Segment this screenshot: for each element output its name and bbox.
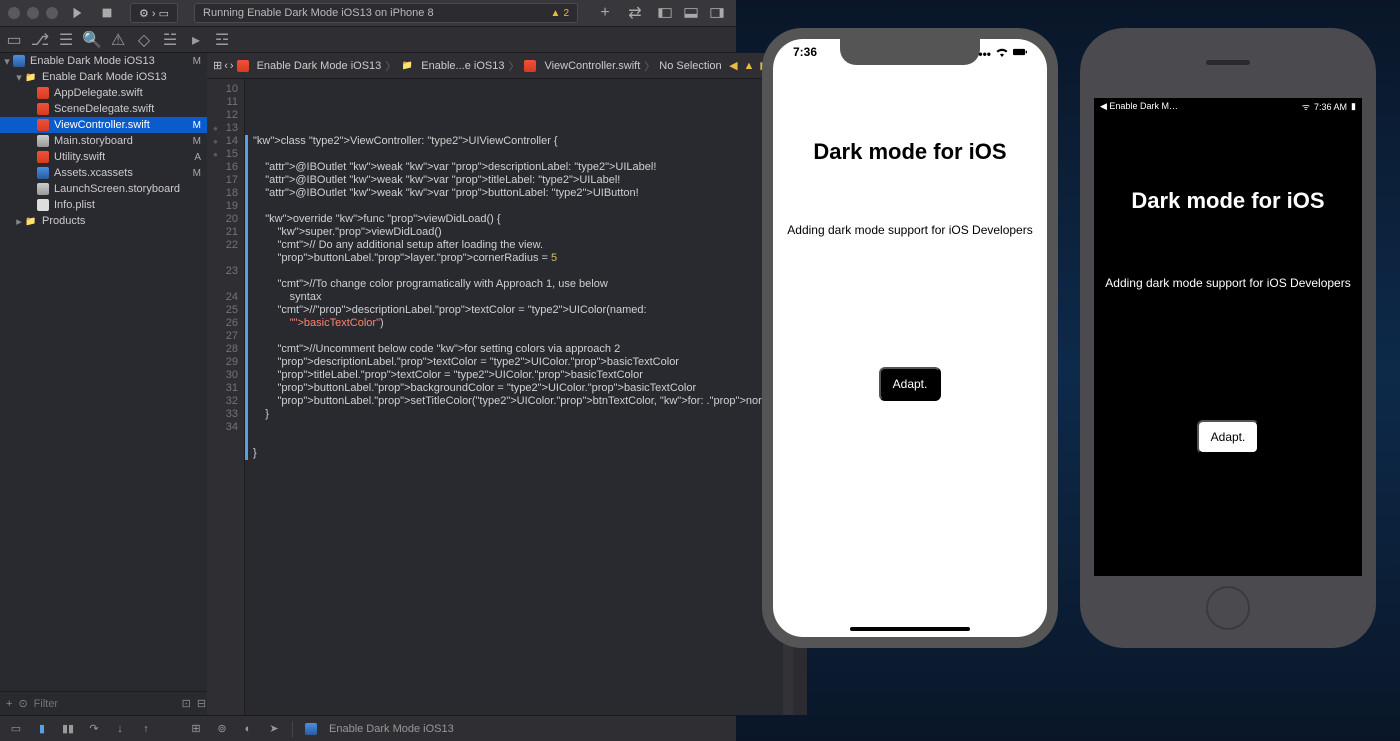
find-navigator-icon[interactable]: 🔍 [84, 32, 100, 48]
wifi-icon [995, 45, 1009, 62]
recent-filter-icon[interactable]: ⊡ [182, 697, 191, 710]
battery-icon [1013, 45, 1027, 62]
signal-icon: ••• [978, 47, 991, 61]
status-time: 7:36 [793, 45, 817, 62]
project-root[interactable]: ▾ Enable Dark Mode iOS13 M [0, 53, 207, 69]
add-tab-button[interactable]: + [594, 4, 616, 22]
code-content[interactable]: "kw">class "type2">ViewController: "type… [245, 79, 783, 715]
location-icon[interactable]: ➤ [266, 721, 282, 737]
scm-filter-icon[interactable]: ⊟ [197, 697, 206, 710]
file-ViewController-swift[interactable]: ViewController.swiftM [0, 117, 207, 133]
run-button[interactable] [66, 4, 88, 22]
speaker [1206, 60, 1250, 65]
back-to-app[interactable]: ◀︎ Enable Dark M… [1100, 101, 1178, 112]
simulator-dark: ◀︎ Enable Dark M… ᯤ 7:36 AM ▮ Dark mode … [1080, 28, 1376, 648]
app-title: Dark mode for iOS [1094, 188, 1362, 214]
symbol-navigator-icon[interactable]: ☰ [58, 32, 74, 48]
debug-view-icon[interactable]: ⊞ [188, 721, 204, 737]
project-navigator-icon[interactable]: ▭ [6, 32, 22, 48]
file-SceneDelegate-swift[interactable]: SceneDelegate.swift [0, 101, 207, 117]
file-Utility-swift[interactable]: Utility.swiftA [0, 149, 207, 165]
file-Info-plist[interactable]: Info.plist [0, 197, 207, 213]
battery-icon: ▮ [1351, 101, 1356, 112]
source-control-navigator-icon[interactable]: ⎇ [32, 32, 48, 48]
navigator-filter-bar: + ⊙ ⊡ ⊟ [0, 691, 207, 715]
prev-issue-icon[interactable]: ◀ [729, 59, 737, 72]
products-folder[interactable]: ▸ 📁 Products [0, 213, 207, 229]
continue-button[interactable]: ▮▮ [60, 721, 76, 737]
filter-icon: ⊙ [18, 697, 27, 710]
zoom-icon[interactable] [46, 7, 58, 19]
debug-target[interactable]: Enable Dark Mode iOS13 [329, 723, 454, 735]
source-editor[interactable]: 1011121314151617181920212223242526272829… [207, 79, 807, 715]
breakpoint-navigator-icon[interactable]: ▸ [188, 32, 204, 48]
breakpoints-toggle[interactable]: ▮ [34, 721, 50, 737]
test-navigator-icon[interactable]: ◇ [136, 32, 152, 48]
editor-area: ⊞ ‹ › Enable Dark Mode iOS13〉 📁Enable...… [207, 53, 807, 715]
back-button[interactable]: ‹ [224, 60, 228, 72]
window-controls [8, 7, 58, 19]
environment-overrides-icon[interactable]: ◐ [240, 721, 256, 737]
filter-input[interactable] [34, 698, 176, 710]
file-Main-storyboard[interactable]: Main.storyboardM [0, 133, 207, 149]
line-gutter[interactable]: 1011121314151617181920212223242526272829… [207, 79, 245, 715]
status-time: 7:36 AM [1314, 102, 1347, 112]
app-subtitle: Adding dark mode support for iOS Develop… [773, 223, 1047, 237]
simulator-dark-screen[interactable]: ◀︎ Enable Dark M… ᯤ 7:36 AM ▮ Dark mode … [1094, 98, 1362, 576]
warning-badge[interactable]: ▲ 2 [551, 8, 569, 19]
related-items-icon[interactable]: ⊞ [213, 59, 222, 72]
right-panel-toggle[interactable] [706, 4, 728, 22]
hide-debug-icon[interactable]: ▭ [8, 721, 24, 737]
step-into-button[interactable]: ↓ [112, 721, 128, 737]
adapt-button[interactable]: Adapt. [879, 367, 942, 401]
titlebar: ⚙ › ▭ Running Enable Dark Mode iOS13 on … [0, 0, 736, 27]
bottom-panel-toggle[interactable] [680, 4, 702, 22]
report-navigator-icon[interactable]: ☲ [214, 32, 230, 48]
activity-status: Running Enable Dark Mode iOS13 on iPhone… [194, 3, 578, 23]
minimize-icon[interactable] [27, 7, 39, 19]
debug-bar: ▭ ▮ ▮▮ ↷ ↓ ↑ ⊞ ⊚ ◐ ➤ Enable Dark Mode iO… [0, 715, 736, 741]
jump-bar[interactable]: ⊞ ‹ › Enable Dark Mode iOS13〉 📁Enable...… [207, 53, 807, 79]
navigator-selector-bar: ▭ ⎇ ☰ 🔍 ⚠ ◇ ☱ ▸ ☲ [0, 27, 736, 53]
scheme-selector[interactable]: ⚙ › ▭ [130, 3, 178, 23]
simulator-light-screen[interactable]: 7:36 ••• Dark mode for iOS Adding dark m… [773, 39, 1047, 637]
left-panel-toggle[interactable] [654, 4, 676, 22]
stop-button[interactable] [96, 4, 118, 22]
memory-graph-icon[interactable]: ⊚ [214, 721, 230, 737]
issue-navigator-icon[interactable]: ⚠ [110, 32, 126, 48]
xcode-window: ⚙ › ▭ Running Enable Dark Mode iOS13 on … [0, 0, 736, 741]
adapt-button[interactable]: Adapt. [1197, 420, 1260, 454]
add-button[interactable]: + [6, 698, 12, 710]
app-subtitle: Adding dark mode support for iOS Develop… [1094, 276, 1362, 290]
forward-button[interactable]: › [230, 60, 234, 72]
project-folder[interactable]: ▾ 📁 Enable Dark Mode iOS13 [0, 69, 207, 85]
step-over-button[interactable]: ↷ [86, 721, 102, 737]
home-button[interactable] [1206, 586, 1250, 630]
debug-navigator-icon[interactable]: ☱ [162, 32, 178, 48]
library-button[interactable]: ⇄ [624, 4, 646, 22]
file-LaunchScreen-storyboard[interactable]: LaunchScreen.storyboard [0, 181, 207, 197]
file-Assets-xcassets[interactable]: Assets.xcassetsM [0, 165, 207, 181]
close-icon[interactable] [8, 7, 20, 19]
wifi-icon: ᯤ [1302, 100, 1310, 113]
app-title: Dark mode for iOS [773, 139, 1047, 165]
home-indicator [850, 627, 970, 631]
file-AppDelegate-swift[interactable]: AppDelegate.swift [0, 85, 207, 101]
step-out-button[interactable]: ↑ [138, 721, 154, 737]
status-bar: 7:36 ••• [773, 45, 1047, 62]
scheme-icon: ⚙ [139, 7, 149, 20]
simulator-light: 7:36 ••• Dark mode for iOS Adding dark m… [762, 28, 1058, 648]
issue-warning-icon[interactable]: ▲ [744, 60, 755, 72]
project-navigator: ▾ Enable Dark Mode iOS13 M ▾ 📁 Enable Da… [0, 53, 207, 715]
status-bar: ◀︎ Enable Dark M… ᯤ 7:36 AM ▮ [1094, 100, 1362, 113]
